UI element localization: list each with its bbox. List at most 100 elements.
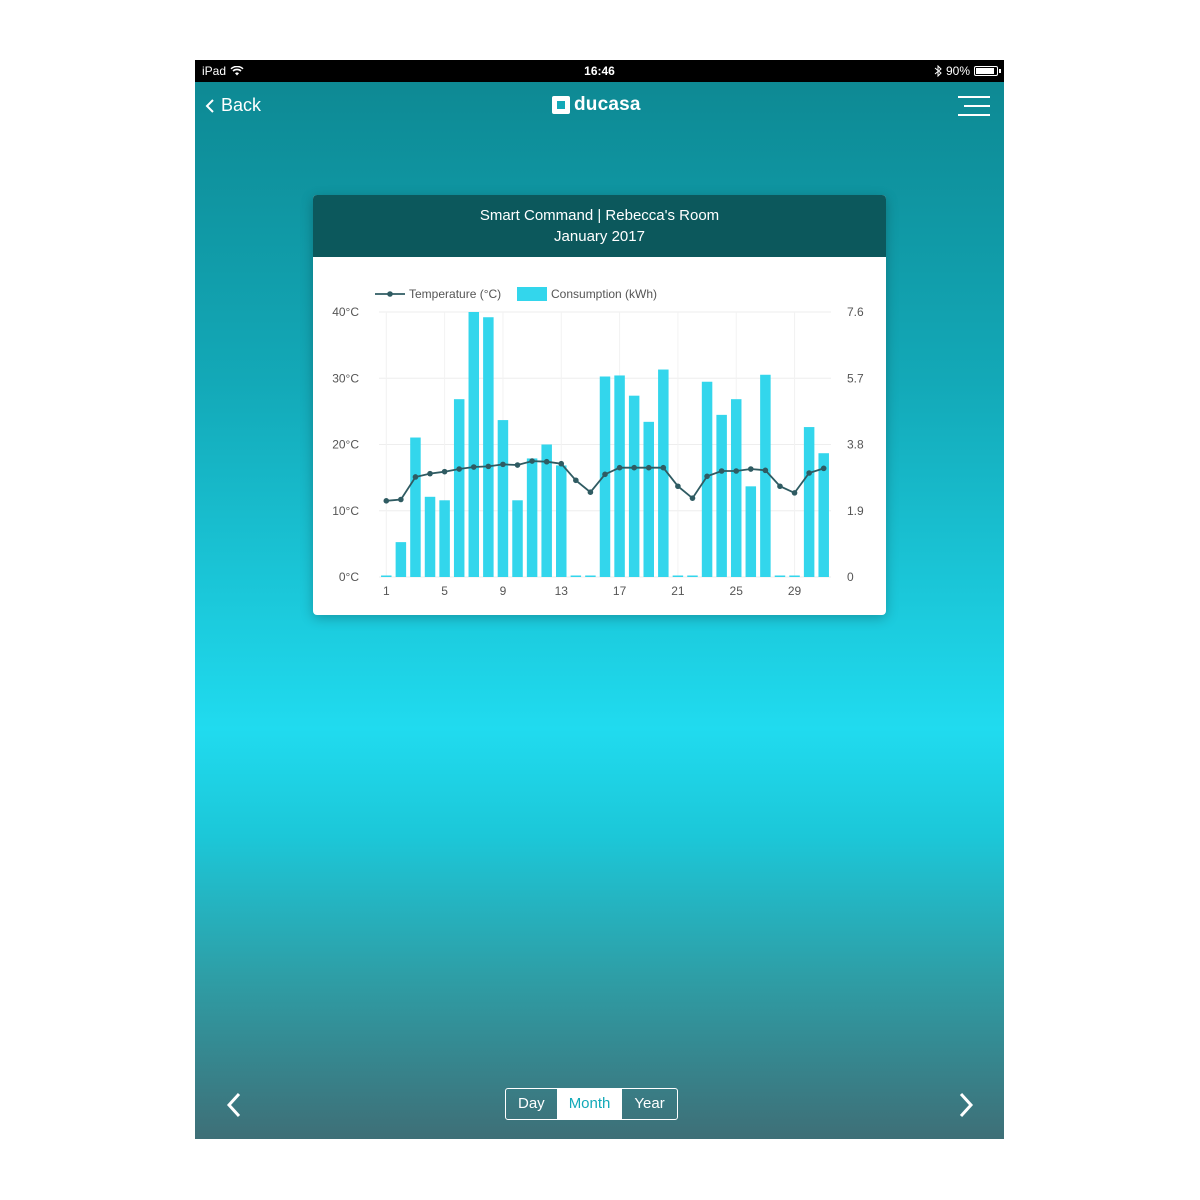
consumption-bar — [716, 414, 727, 577]
temperature-point — [602, 471, 608, 478]
consumption-bar — [687, 575, 698, 577]
y-right-tick-label: 5.7 — [847, 371, 864, 385]
temperature-point — [616, 464, 623, 471]
consumption-chart: 0°C 10°C 20°C 30°C 40°C 0 1.9 3.8 5.7 7.6 1 5 9 13 17 2… — [332, 287, 864, 598]
bluetooth-icon — [934, 65, 942, 77]
consumption-bar — [439, 500, 450, 577]
menu-button[interactable] — [958, 96, 990, 118]
back-label: Back — [221, 95, 262, 115]
consumption-bar — [701, 381, 713, 577]
temperature-point — [543, 458, 550, 465]
x-tick-label: 13 — [555, 584, 569, 598]
consumption-bar — [614, 375, 625, 577]
consumption-bar — [730, 399, 742, 577]
menu-line — [958, 114, 990, 116]
status-right: 90% — [934, 64, 1001, 78]
temperature-point — [383, 498, 390, 504]
x-tick-label: 9 — [500, 584, 507, 598]
ipad-screen: iPad 16:46 90% Back ducasa Smart Command… — [195, 60, 1004, 1139]
range-selector: Day Month Year — [505, 1088, 678, 1120]
temperature-point — [412, 474, 419, 480]
temperature-point — [762, 467, 769, 474]
y-right-tick-label: 3.8 — [847, 438, 864, 452]
logo-mark-icon — [552, 96, 570, 114]
card-subtitle: January 2017 — [554, 228, 645, 245]
range-option-day[interactable]: Day — [506, 1089, 557, 1119]
consumption-bar — [483, 317, 494, 577]
consumption-bar — [468, 312, 480, 577]
consumption-bar — [789, 575, 800, 577]
temperature-point — [441, 468, 448, 475]
temperature-point — [820, 465, 827, 472]
chart-card: Smart Command | Rebecca's Room January 2… — [313, 195, 886, 615]
temperature-point — [718, 468, 725, 474]
temperature-point — [645, 464, 652, 471]
chevron-left-icon — [226, 1092, 241, 1118]
temperature-point — [675, 483, 681, 490]
x-tick-label: 17 — [613, 584, 627, 598]
consumption-bar — [745, 486, 757, 577]
temperature-point — [631, 464, 637, 471]
chevron-left-icon — [205, 98, 214, 113]
menu-line — [958, 96, 990, 98]
consumption-bar — [803, 427, 815, 577]
card-header: Smart Command | Rebecca's Room January 2… — [313, 195, 886, 257]
temperature-point — [398, 496, 404, 503]
y-right-tick-label: 1.9 — [847, 504, 864, 518]
consumption-bar — [643, 421, 654, 577]
battery-percent: 90% — [945, 64, 970, 78]
consumption-bar — [424, 496, 436, 577]
consumption-bar — [395, 542, 407, 577]
menu-line — [964, 105, 990, 107]
consumption-bar — [512, 500, 523, 577]
consumption-bar — [497, 420, 509, 577]
battery-icon — [974, 66, 1001, 76]
y-left-tick-label: 30°C — [332, 371, 359, 385]
x-tick-label: 25 — [730, 584, 744, 598]
back-button[interactable]: Back — [205, 95, 261, 116]
consumption-bar — [526, 458, 538, 577]
temperature-point — [660, 464, 667, 471]
temperature-point — [470, 464, 477, 470]
consumption-bar — [410, 437, 421, 577]
clock: 16:46 — [584, 64, 615, 78]
temperature-point — [573, 477, 579, 484]
range-option-month[interactable]: Month — [556, 1089, 623, 1119]
temperature-point — [514, 462, 521, 468]
consumption-bar — [818, 453, 829, 577]
chevron-right-icon — [959, 1092, 974, 1118]
consumption-bar — [628, 395, 640, 577]
consumption-bar — [760, 374, 771, 577]
temperature-point — [500, 461, 506, 468]
y-right-tick-label: 0 — [847, 570, 854, 584]
y-left-tick-label: 10°C — [332, 504, 359, 518]
temperature-point — [456, 466, 462, 472]
x-tick-label: 1 — [383, 584, 390, 598]
consumption-bar — [585, 575, 596, 577]
y-left-tick-label: 20°C — [332, 438, 359, 452]
temperature-point — [529, 458, 535, 464]
temperature-point — [427, 470, 433, 477]
temperature-point — [558, 460, 565, 467]
previous-button[interactable] — [223, 1090, 247, 1120]
consumption-bar — [570, 575, 582, 577]
consumption-bar — [672, 575, 684, 577]
nav-bar: Back ducasa — [195, 82, 1004, 132]
temperature-point — [806, 470, 812, 476]
temperature-point — [791, 490, 798, 496]
legend-temperature-label: Temperature (°C) — [409, 287, 501, 301]
temperature-point — [733, 468, 740, 474]
ducasa-logo: ducasa — [552, 94, 641, 116]
temperature-point — [587, 489, 594, 495]
temperature-point — [777, 483, 783, 490]
range-option-year[interactable]: Year — [622, 1089, 676, 1119]
next-button[interactable] — [953, 1090, 977, 1120]
temperature-point — [689, 495, 696, 501]
consumption-bar — [774, 575, 786, 577]
consumption-bar — [556, 465, 567, 577]
logo-text: ducasa — [574, 94, 641, 115]
card-title: Smart Command | Rebecca's Room — [479, 207, 720, 224]
status-bar: iPad 16:46 90% — [195, 60, 1004, 82]
y-left-tick-label: 0°C — [339, 570, 359, 584]
temperature-point — [485, 463, 492, 470]
